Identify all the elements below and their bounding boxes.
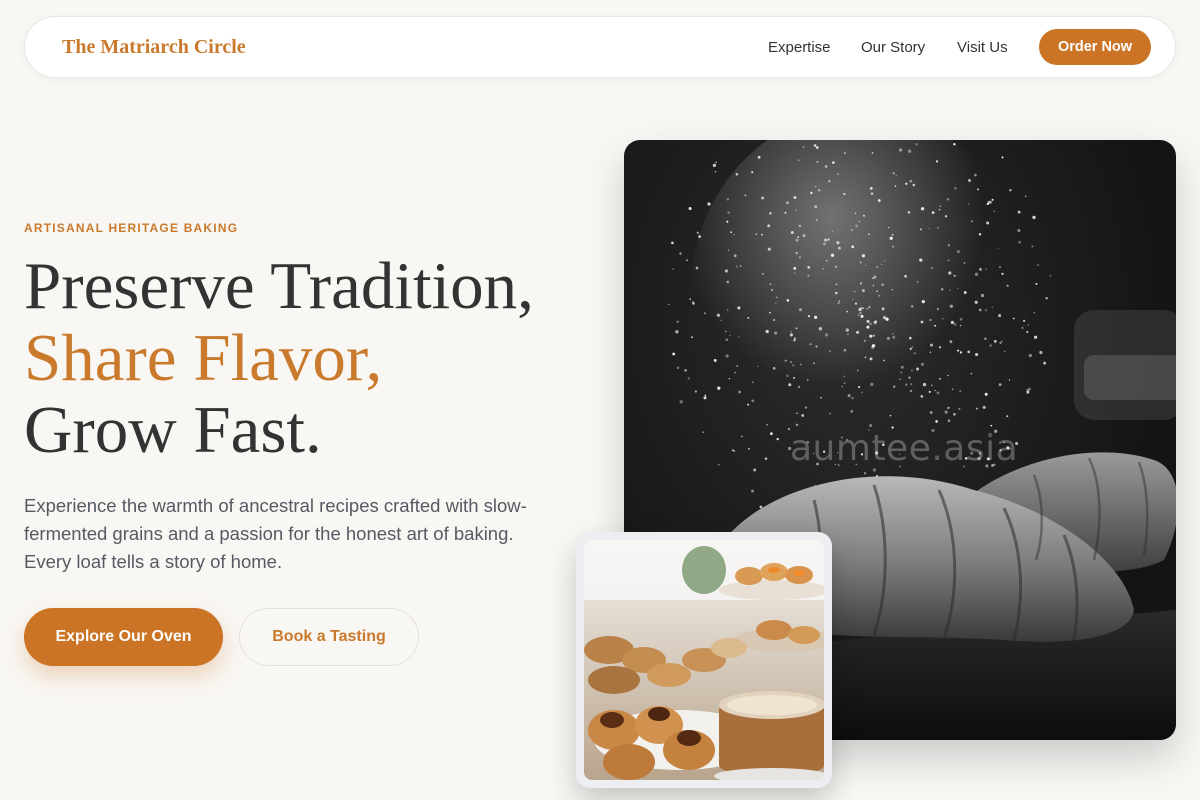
nav-link-expertise[interactable]: Expertise <box>768 39 831 56</box>
pastry-display-image <box>584 540 824 780</box>
headline-line-3: Grow Fast. <box>24 393 322 467</box>
brand-logo[interactable]: The Matriarch Circle <box>62 36 246 59</box>
watermark-text: aumtee.asia <box>790 428 1019 469</box>
nav-link-our-story[interactable]: Our Story <box>861 39 925 56</box>
hero-eyebrow: ARTISANAL HERITAGE BAKING <box>24 221 239 235</box>
hero-description: Experience the warmth of ancestral recip… <box>24 495 527 572</box>
nav-link-visit-us[interactable]: Visit Us <box>957 39 1008 56</box>
explore-oven-button[interactable]: Explore Our Oven <box>24 608 223 666</box>
pastry-illustration <box>584 540 824 780</box>
hero-headline: Preserve Tradition, Share Flavor, Grow F… <box>24 250 534 466</box>
order-now-button[interactable]: Order Now <box>1039 29 1151 65</box>
book-tasting-button[interactable]: Book a Tasting <box>239 608 419 666</box>
headline-line-2: Share Flavor, <box>24 321 383 395</box>
inset-photo-frame <box>576 532 832 788</box>
top-navigation-bar: The Matriarch Circle Expertise Our Story… <box>24 16 1176 78</box>
headline-line-1: Preserve Tradition, <box>24 249 534 323</box>
